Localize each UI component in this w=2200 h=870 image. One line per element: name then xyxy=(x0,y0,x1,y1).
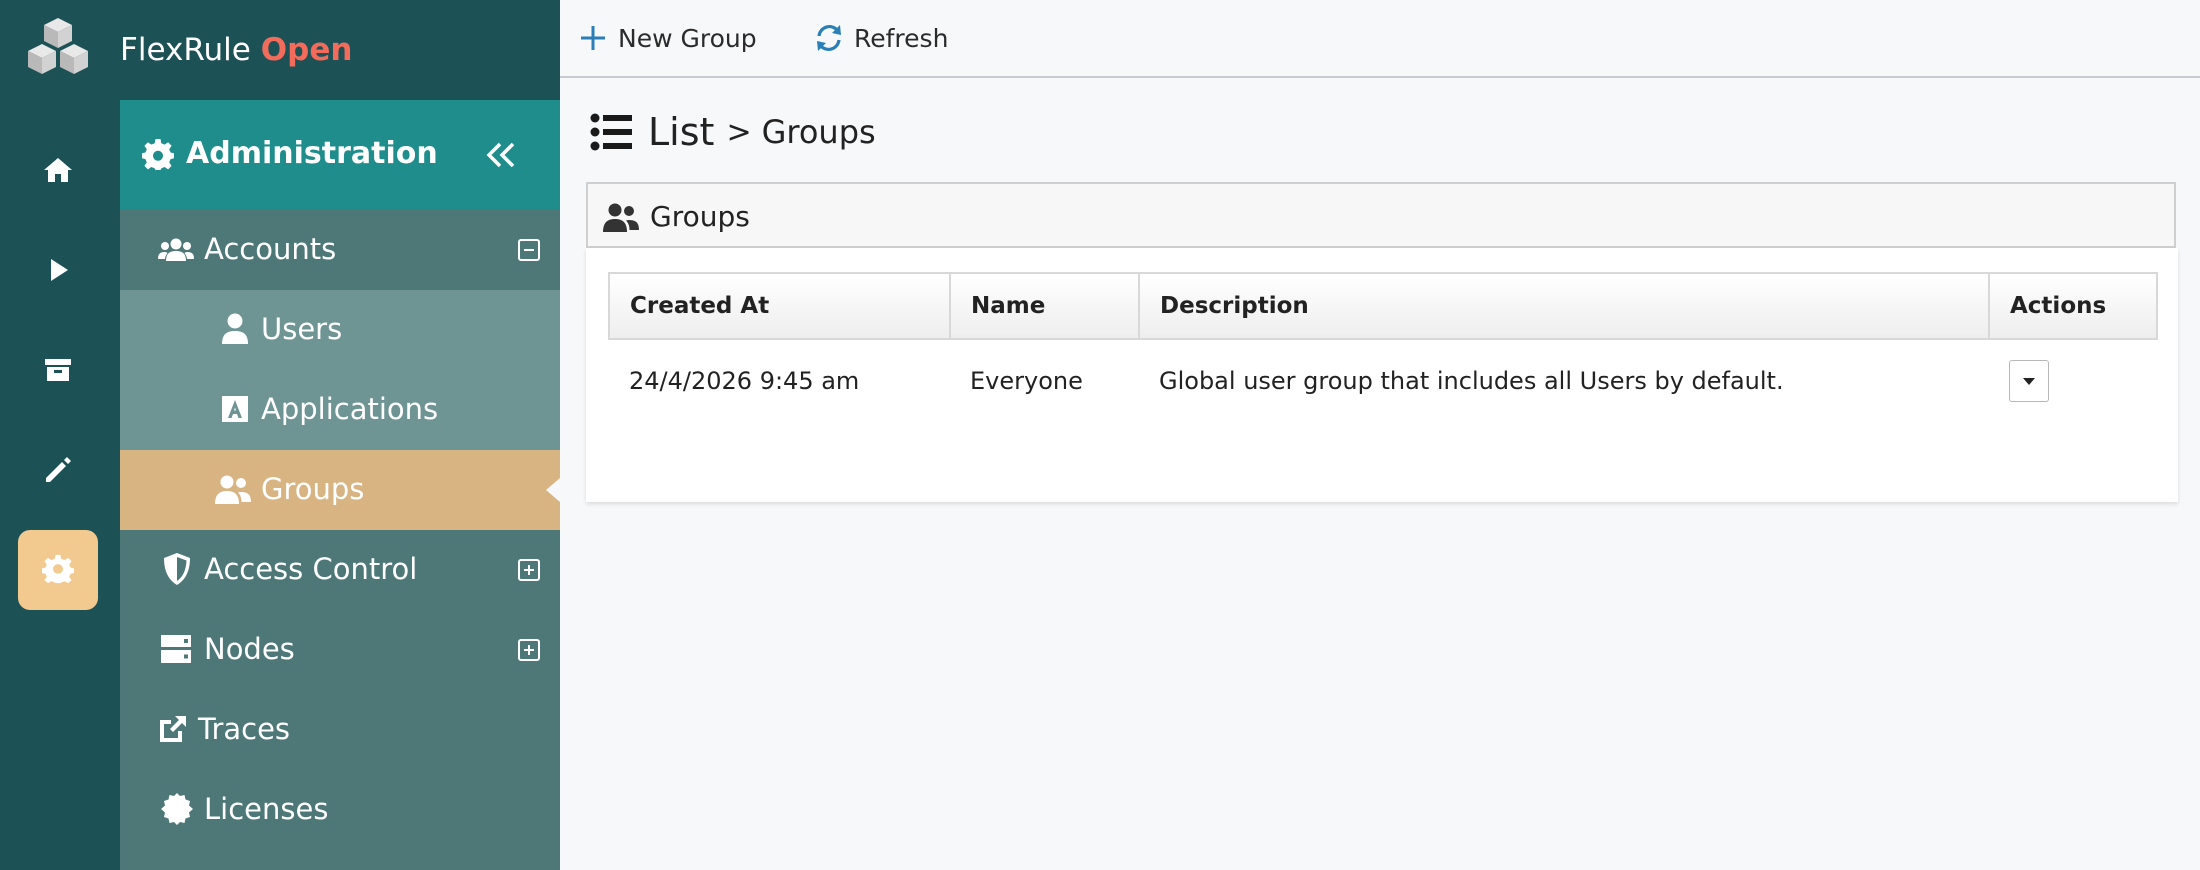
cell-created-at: 24/4/2026 9:45 am xyxy=(629,366,860,395)
collapse-sidebar-button[interactable] xyxy=(484,138,518,172)
refresh-icon xyxy=(817,24,841,52)
panel-title: Groups xyxy=(650,200,750,233)
table-header-row: Created At Name Description Actions xyxy=(608,272,2158,340)
sidebar-item-label: Nodes xyxy=(204,632,295,666)
sidebar-item-accounts[interactable]: Accounts xyxy=(120,210,560,290)
icon-rail xyxy=(0,0,120,870)
new-group-label: New Group xyxy=(618,23,757,53)
new-group-button[interactable]: New Group xyxy=(578,18,757,58)
sidebar-item-access-control[interactable]: Access Control xyxy=(120,530,560,610)
rail-run-button[interactable] xyxy=(18,230,98,310)
rail-home-button[interactable] xyxy=(18,130,98,210)
pencil-icon xyxy=(46,457,71,482)
groups-table: Created At Name Description Actions 24/4… xyxy=(608,272,2158,421)
sidebar-item-label: Access Control xyxy=(204,552,418,586)
expand-box-icon[interactable] xyxy=(518,559,540,581)
shield-icon xyxy=(164,553,190,585)
refresh-label: Refresh xyxy=(854,23,949,53)
gear-icon xyxy=(42,554,74,584)
sidebar-item-nodes[interactable]: Nodes xyxy=(120,610,560,690)
column-header-actions: Actions xyxy=(1988,272,2158,340)
column-header-created-at[interactable]: Created At xyxy=(608,272,951,340)
sidebar: Administration Accounts Users Applicatio… xyxy=(120,100,560,870)
users-icon xyxy=(158,238,194,261)
sidebar-item-label: Accounts xyxy=(204,232,337,266)
rail-settings-button[interactable] xyxy=(18,530,98,610)
sidebar-title: Administration xyxy=(186,136,438,171)
application-icon xyxy=(222,396,248,422)
caret-down-icon xyxy=(2023,377,2035,385)
gear-icon xyxy=(142,139,174,170)
rail-edit-button[interactable] xyxy=(18,430,98,510)
sidebar-item-label: Applications xyxy=(261,392,439,426)
page-title: List > Groups xyxy=(590,104,876,160)
plus-icon xyxy=(581,26,605,50)
brand-header: FlexRule Open xyxy=(120,0,560,100)
row-actions-dropdown-button[interactable] xyxy=(2009,359,2049,402)
refresh-button[interactable]: Refresh xyxy=(814,18,948,58)
expand-box-icon[interactable] xyxy=(518,639,540,661)
table-row[interactable]: 24/4/2026 9:45 am Everyone Global user g… xyxy=(609,339,2157,421)
groups-panel: Created At Name Description Actions 24/4… xyxy=(586,248,2178,502)
cell-name: Everyone xyxy=(970,366,1083,395)
cell-description: Global user group that includes all User… xyxy=(1159,366,1784,395)
sidebar-header: Administration xyxy=(120,100,560,210)
user-icon xyxy=(222,313,248,344)
external-link-icon xyxy=(160,716,186,742)
sidebar-item-label: Groups xyxy=(261,472,365,506)
home-icon xyxy=(44,158,72,182)
sidebar-item-traces[interactable]: Traces xyxy=(120,690,560,770)
sidebar-item-label: Traces xyxy=(198,712,291,746)
active-indicator xyxy=(546,478,560,502)
group-icon xyxy=(603,203,639,232)
archive-icon xyxy=(45,359,71,381)
cell-actions xyxy=(1989,339,2157,421)
sidebar-item-groups[interactable]: Groups xyxy=(120,450,560,530)
server-icon xyxy=(161,635,191,663)
group-icon xyxy=(215,475,251,504)
breadcrumb-separator: > xyxy=(726,114,752,150)
column-header-description[interactable]: Description xyxy=(1138,272,1990,340)
brand-accent: Open xyxy=(260,32,353,68)
rail-archive-button[interactable] xyxy=(18,330,98,410)
list-icon xyxy=(590,113,632,151)
page-title-main: List xyxy=(648,110,715,154)
double-chevron-left-icon xyxy=(486,142,515,168)
brand-name: FlexRule xyxy=(120,32,251,68)
sidebar-item-label: Users xyxy=(261,312,343,346)
certificate-icon xyxy=(161,793,193,825)
toolbar: New Group Refresh xyxy=(560,0,2200,78)
panel-header: Groups xyxy=(586,182,2176,248)
sidebar-item-users[interactable]: Users xyxy=(120,290,560,370)
play-icon xyxy=(51,259,68,281)
logo-cubes-icon xyxy=(28,18,88,74)
sidebar-item-label: Licenses xyxy=(204,792,329,826)
sidebar-item-licenses[interactable]: Licenses xyxy=(120,770,560,850)
sidebar-item-applications[interactable]: Applications xyxy=(120,370,560,450)
collapse-box-icon[interactable] xyxy=(518,239,540,261)
page-title-sub: Groups xyxy=(761,113,876,151)
column-header-name[interactable]: Name xyxy=(949,272,1140,340)
